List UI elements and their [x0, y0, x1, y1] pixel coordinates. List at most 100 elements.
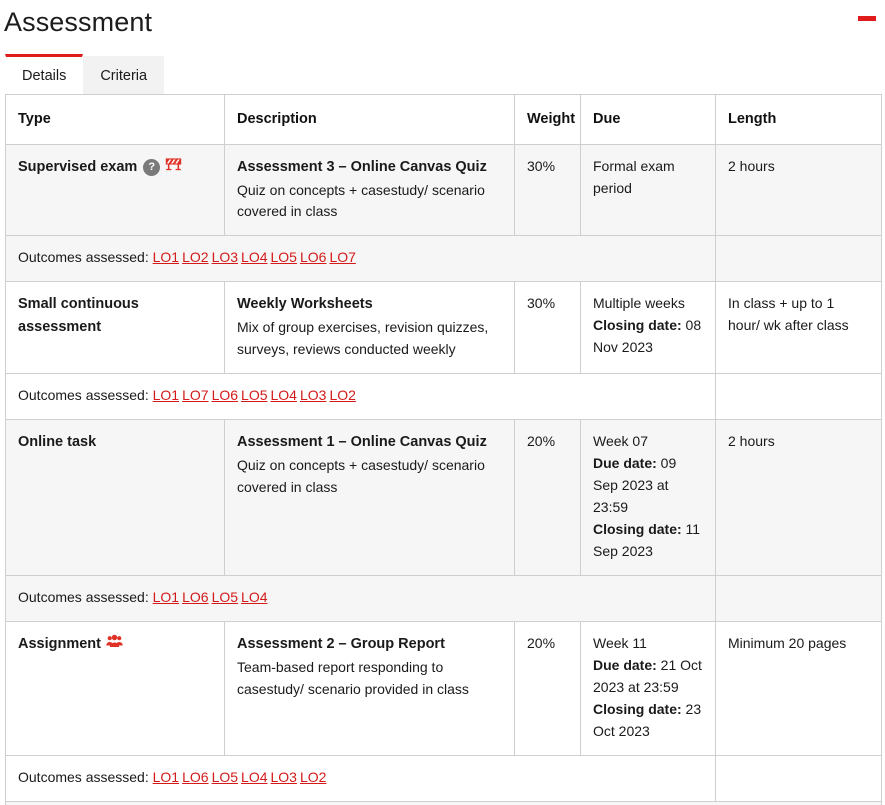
cell-type: Online task: [5, 419, 225, 576]
table-body: Supervised exam? Assessment 3 – Online Ca…: [5, 143, 882, 802]
cell-weight: 30%: [514, 143, 581, 237]
hurdle-icon: [165, 156, 182, 178]
assessment-title: Assessment 3 – Online Canvas Quiz: [237, 158, 487, 175]
outcome-link-lo1[interactable]: LO1: [153, 249, 179, 265]
column-header-length: Length: [715, 94, 882, 145]
column-header-description: Description: [224, 94, 515, 145]
table-row: Small continuous assessment Weekly Worksh…: [5, 281, 882, 375]
outcome-link-lo5[interactable]: LO5: [212, 769, 238, 785]
cell-weight: 20%: [514, 620, 581, 756]
outcome-link-lo2[interactable]: LO2: [182, 249, 208, 265]
assessment-description: Mix of group exercises, revision quizzes…: [237, 319, 489, 358]
due-value: Formal exam period: [593, 157, 675, 196]
outcome-link-lo4[interactable]: LO4: [241, 589, 267, 605]
due-line: Closing date: 23 Oct 2023: [593, 699, 703, 743]
outcomes-spacer-cell: [715, 235, 882, 283]
cell-description: Assessment 1 – Online Canvas Quiz Quiz on…: [224, 419, 515, 576]
outcome-link-lo2[interactable]: LO2: [300, 769, 326, 785]
outcome-link-lo3[interactable]: LO3: [212, 249, 238, 265]
legend-row: = hurdle task ?: [5, 800, 882, 805]
cell-due: Week 07 Due date: 09 Sep 2023 at 23:59 Clo…: [580, 419, 716, 576]
cell-due: Multiple weeks Closing date: 08 Nov 2023: [580, 281, 716, 375]
outcome-link-lo4[interactable]: LO4: [271, 387, 297, 403]
assessment-title: Assessment 1 – Online Canvas Quiz: [237, 434, 487, 451]
cell-length: 2 hours: [715, 143, 882, 237]
outcomes-row: Outcomes assessed: LO1 LO6 LO5 LO4 LO3 LO2: [5, 754, 882, 802]
help-icon[interactable]: ?: [143, 158, 161, 176]
assessment-type-label: Assignment: [18, 635, 101, 652]
due-value: Week 11: [593, 634, 647, 651]
due-value: Multiple weeks: [593, 295, 685, 312]
cell-due: Formal exam period: [580, 143, 716, 237]
tab-bar: Details Criteria: [0, 52, 885, 94]
due-line: Due date: 21 Oct 2023 at 23:59: [593, 655, 703, 699]
due-value: Week 07: [593, 433, 648, 450]
outcome-link-lo5[interactable]: LO5: [271, 249, 297, 265]
table-header: Type Description Weight Due Length: [5, 94, 882, 145]
due-line: Multiple weeks: [593, 293, 703, 315]
assessment-table: Type Description Weight Due Length Super…: [5, 94, 882, 805]
outcomes-label: Outcomes assessed:: [18, 387, 149, 404]
due-label: Due date:: [593, 656, 657, 673]
due-label: Closing date:: [593, 317, 682, 334]
outcomes-label: Outcomes assessed:: [18, 768, 149, 785]
outcome-link-lo5[interactable]: LO5: [212, 589, 238, 605]
outcome-link-lo1[interactable]: LO1: [153, 387, 179, 403]
due-label: Closing date:: [593, 520, 682, 537]
outcomes-row: Outcomes assessed: LO1 LO2 LO3 LO4 LO5 LO6 LO7: [5, 235, 882, 283]
cell-type: Assignment: [5, 620, 225, 756]
outcomes-label: Outcomes assessed:: [18, 249, 149, 266]
outcome-link-lo6[interactable]: LO6: [300, 249, 326, 265]
outcome-link-lo2[interactable]: LO2: [329, 387, 355, 403]
outcome-link-lo7[interactable]: LO7: [182, 387, 208, 403]
due-label: Closing date:: [593, 700, 682, 717]
table-row: Online task Assessment 1 – Online Canvas …: [5, 419, 882, 576]
cell-description: Assessment 3 – Online Canvas Quiz Quiz on…: [224, 143, 515, 237]
due-line: Closing date: 08 Nov 2023: [593, 315, 703, 359]
outcome-link-lo1[interactable]: LO1: [153, 769, 179, 785]
due-line: Closing date: 11 Sep 2023: [593, 519, 703, 563]
cell-length: 2 hours: [715, 419, 882, 576]
outcomes-spacer-cell: [715, 373, 882, 421]
due-label: Due date:: [593, 455, 657, 472]
collapse-minus-icon[interactable]: [858, 16, 876, 21]
outcome-link-lo6[interactable]: LO6: [182, 769, 208, 785]
assessment-description: Quiz on concepts + casestudy/ scenario c…: [237, 456, 485, 495]
column-header-type: Type: [5, 94, 225, 145]
outcome-link-lo5[interactable]: LO5: [241, 387, 267, 403]
table-footer: = hurdle task ?: [5, 800, 882, 805]
outcome-link-lo3[interactable]: LO3: [271, 769, 297, 785]
table-header-row: Type Description Weight Due Length: [5, 94, 882, 145]
assessment-type-label: Supervised exam: [18, 158, 138, 175]
column-header-due: Due: [580, 94, 716, 145]
cell-weight: 20%: [514, 419, 581, 576]
legend-cell: = hurdle task ?: [5, 800, 882, 805]
outcome-link-lo3[interactable]: LO3: [300, 387, 326, 403]
tab-criteria[interactable]: Criteria: [83, 56, 165, 94]
outcomes-cell: Outcomes assessed: LO1 LO6 LO5 LO4: [5, 574, 716, 622]
due-line: Due date: 09 Sep 2023 at 23:59: [593, 453, 703, 519]
cell-description: Weekly Worksheets Mix of group exercises,…: [224, 281, 515, 375]
cell-length: In class + up to 1 hour/ wk after class: [715, 281, 882, 375]
assessment-description: Team-based report responding to casestud…: [237, 658, 469, 697]
due-line: Formal exam period: [593, 156, 703, 200]
outcome-link-lo4[interactable]: LO4: [241, 249, 267, 265]
outcomes-label: Outcomes assessed:: [18, 588, 149, 605]
assessment-panel: Assessment Details Criteria Type Descrip…: [0, 0, 885, 805]
cell-due: Week 11 Due date: 21 Oct 2023 at 23:59 Clo…: [580, 620, 716, 756]
outcomes-spacer-cell: [715, 754, 882, 802]
cell-description: Assessment 2 – Group Report Team-based re…: [224, 620, 515, 756]
assessment-description: Quiz on concepts + casestudy/ scenario c…: [237, 181, 485, 220]
outcome-link-lo4[interactable]: LO4: [241, 769, 267, 785]
outcome-link-lo6[interactable]: LO6: [212, 387, 238, 403]
outcome-link-lo1[interactable]: LO1: [153, 589, 179, 605]
cell-type: Supervised exam?: [5, 143, 225, 237]
outcomes-spacer-cell: [715, 574, 882, 622]
outcomes-cell: Outcomes assessed: LO1 LO2 LO3 LO4 LO5 LO6 LO7: [5, 235, 716, 283]
column-header-weight: Weight: [514, 94, 581, 145]
outcome-link-lo6[interactable]: LO6: [182, 589, 208, 605]
page-title: Assessment: [4, 7, 153, 37]
assessment-type-label: Online task: [18, 434, 97, 451]
outcome-link-lo7[interactable]: LO7: [329, 249, 355, 265]
tab-details[interactable]: Details: [5, 54, 84, 94]
